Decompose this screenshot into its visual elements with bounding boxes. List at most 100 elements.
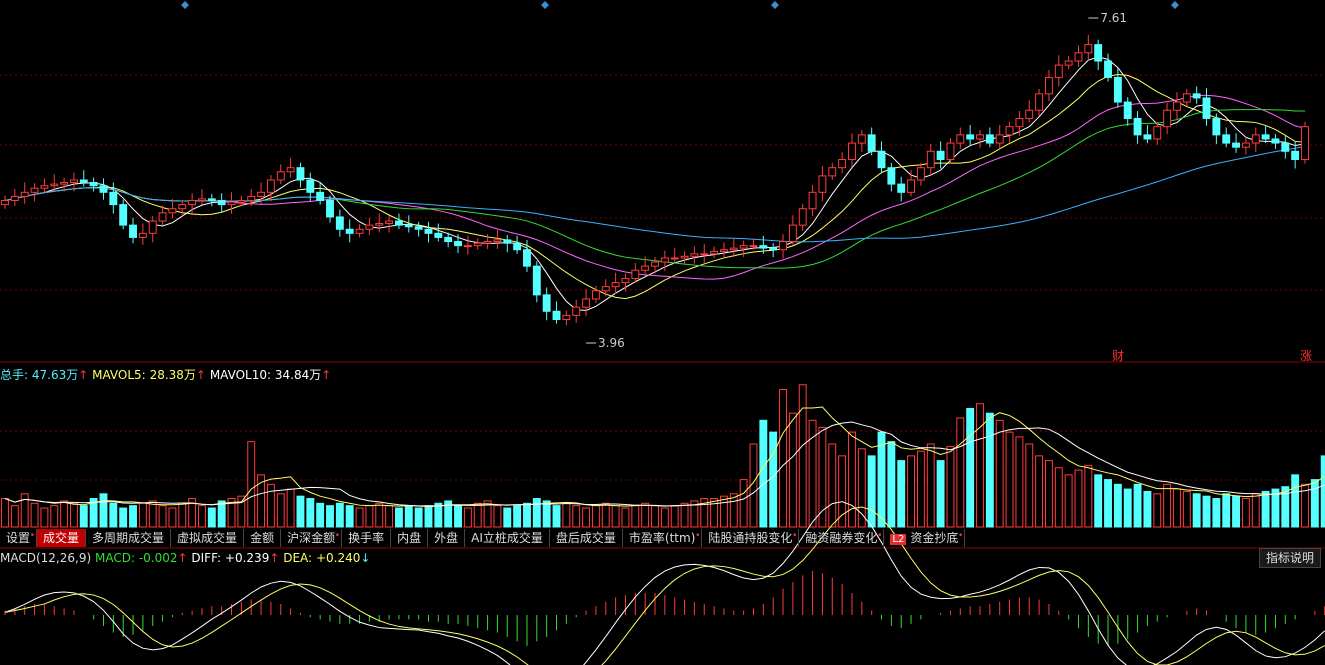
candle-body <box>926 150 935 169</box>
volume-bar <box>739 479 748 528</box>
volume-bar <box>808 419 817 528</box>
candle-body <box>562 314 571 320</box>
indicator-help-button[interactable]: 指标说明 <box>1258 548 1321 568</box>
candle-body <box>493 239 502 243</box>
candle-body <box>710 250 719 255</box>
candle-body <box>20 191 29 197</box>
diff-value: +0.239 <box>224 551 270 565</box>
tab-9[interactable]: AI立桩成交量 <box>465 529 550 547</box>
candle-body <box>198 198 206 202</box>
stock-chart[interactable]: 7.61 3.96 <box>0 0 1325 665</box>
volume-bar <box>542 500 551 528</box>
dot-icon: • <box>334 531 341 541</box>
dot-icon: • <box>695 531 701 541</box>
candle-body <box>759 245 768 249</box>
candle-body <box>976 134 984 140</box>
tab-2[interactable]: 多周期成交量 <box>86 529 172 547</box>
candle-body <box>660 257 669 263</box>
tab-10[interactable]: 盘后成交量 <box>550 529 623 547</box>
down-arrow-icon: ↓ <box>360 551 371 565</box>
candle-body <box>345 228 354 234</box>
volume-bar <box>916 450 925 528</box>
candle-body <box>719 249 728 252</box>
volume-bar <box>503 507 512 528</box>
tab-14[interactable]: L2 资金抄底 • <box>884 529 966 547</box>
marker-diamond-icon <box>771 1 779 9</box>
candle-body <box>788 224 797 243</box>
candle-body <box>985 134 994 144</box>
financial-badge[interactable]: 财 <box>1112 347 1124 364</box>
candle-body <box>552 310 561 320</box>
candle-body <box>1025 109 1034 119</box>
tab-8[interactable]: 外盘 <box>428 529 466 547</box>
tab-label: 市盈率(ttm) <box>628 531 696 545</box>
tab-13[interactable]: 融资融券变化 • <box>799 529 885 547</box>
volume-bar <box>552 505 561 528</box>
volume-bar <box>50 505 59 528</box>
volume-bar <box>611 505 620 528</box>
candle-body <box>818 175 827 193</box>
volume-bar <box>1153 493 1162 528</box>
volume-bar <box>670 505 679 528</box>
volume-bar <box>1133 483 1142 528</box>
candle-body <box>936 150 945 160</box>
tab-6[interactable]: 换手率 <box>342 529 392 547</box>
candle-body <box>1241 142 1250 148</box>
tab-3[interactable]: 虚拟成交量 <box>171 529 245 547</box>
candle-body <box>138 232 147 238</box>
volume-bar <box>493 505 502 528</box>
volume-bar <box>20 493 29 528</box>
tab-12[interactable]: 陆股通持股变化 • <box>702 529 800 547</box>
mavol5-label: MAVOL5: <box>92 368 146 382</box>
volume-bar <box>1232 495 1241 528</box>
volume-bar <box>1025 443 1034 528</box>
candle-body <box>1123 101 1132 119</box>
candle-body <box>1153 126 1162 140</box>
candle-body <box>335 216 344 230</box>
volume-bar <box>306 498 315 528</box>
volume-bar <box>168 507 177 528</box>
tab-1[interactable]: 成交量 <box>37 529 87 547</box>
volume-bar <box>729 493 738 528</box>
tab-5[interactable]: 沪深金额 • <box>281 529 343 547</box>
volume-bar <box>473 502 482 528</box>
candle-body <box>591 290 600 300</box>
limit-up-badge[interactable]: 涨 <box>1300 347 1312 364</box>
volume-bar <box>385 505 394 528</box>
tab-label: 资金抄底 <box>910 531 959 545</box>
ma60-line <box>4 145 1306 243</box>
tab-label: 虚拟成交量 <box>177 531 238 545</box>
volume-bar <box>719 495 728 528</box>
tab-4[interactable]: 金额 <box>244 529 282 547</box>
candle-body <box>40 185 49 189</box>
candle-body <box>178 204 187 210</box>
volume-bar <box>326 505 334 528</box>
volume-bar <box>30 502 39 528</box>
volume-bar <box>1005 431 1014 528</box>
candle-body <box>365 224 374 230</box>
tab-label: 外盘 <box>434 531 459 545</box>
tab-11[interactable]: 市盈率(ttm) • <box>623 529 703 547</box>
candle-body <box>404 224 413 228</box>
marker-diamond-icon <box>181 1 189 9</box>
volume-bar <box>1320 455 1325 528</box>
volume-bar <box>1173 488 1181 528</box>
tab-0[interactable]: 设置 • <box>0 529 38 547</box>
total-volume-label: 总手: <box>0 368 29 382</box>
candle-body <box>582 298 591 308</box>
candle-body <box>1005 126 1014 136</box>
volume-bar <box>158 505 167 528</box>
candle-body <box>907 179 916 193</box>
candle-body <box>79 179 88 183</box>
volume-bar <box>60 500 69 528</box>
volume-bar <box>1113 483 1122 528</box>
volume-bar <box>454 505 462 528</box>
candle-body <box>1064 60 1073 66</box>
volume-bar <box>818 426 827 528</box>
l2-badge: L2 <box>890 534 907 545</box>
tab-7[interactable]: 内盘 <box>391 529 429 547</box>
candle-body <box>956 134 965 144</box>
candle-body <box>916 167 925 181</box>
volume-bar <box>513 505 522 528</box>
volume-bar <box>621 507 630 528</box>
